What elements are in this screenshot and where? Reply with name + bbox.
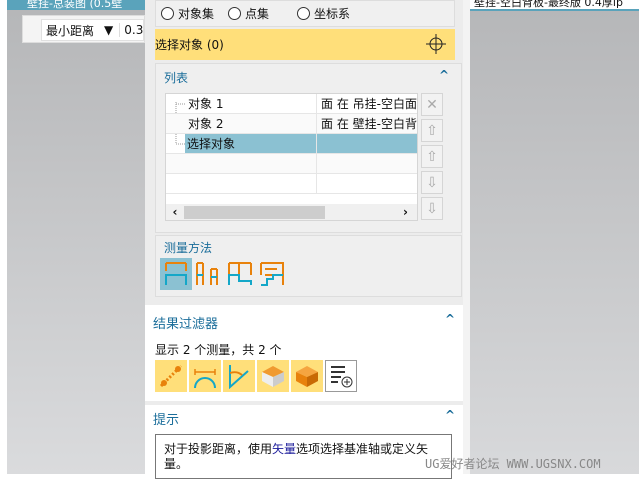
collapse-list-icon[interactable]: ^ (439, 68, 449, 82)
dialog-edge (463, 0, 470, 474)
hint-text: 对于投影距离，使用矢量选项选择基准轴或定义矢量。 (155, 434, 452, 479)
dropdown-arrow-icon[interactable]: ▼ (104, 23, 113, 37)
method-max-distance-icon[interactable] (224, 258, 256, 290)
object-list-table: 对象 1面 在 吊挂-空白面 对象 2面 在 壁挂-空白背 选择对象 ‹ › (165, 93, 418, 221)
horizontal-scrollbar[interactable]: ‹ › (166, 204, 417, 220)
left-graphics-viewport[interactable] (7, 0, 145, 474)
scroll-right-icon[interactable]: › (403, 205, 417, 219)
scroll-left-icon[interactable]: ‹ (166, 205, 184, 219)
method-min-distance-icon[interactable] (160, 258, 192, 290)
method-projected-icon[interactable] (192, 258, 224, 290)
filter-area-icon[interactable] (257, 360, 289, 392)
object-type-radio-group: 对象集 点集 坐标系 (155, 0, 455, 27)
measure-method-header: 测量方法 (164, 241, 213, 255)
result-filter-section: 结果过滤器 ^ 显示 2 个测量，共 2 个 (145, 305, 463, 401)
right-graphics-viewport[interactable] (470, 9, 639, 474)
radio-object-set[interactable]: 对象集 (161, 5, 214, 22)
result-filter-header: 结果过滤器 (153, 317, 219, 332)
table-row-empty (166, 154, 417, 174)
remove-button[interactable]: ✕ (421, 93, 443, 116)
move-up-button[interactable]: ⇧ (421, 145, 443, 168)
hint-header: 提示 (153, 413, 180, 428)
filter-summary: 显示 2 个测量，共 2 个 (155, 343, 282, 357)
crosshair-icon[interactable] (425, 33, 447, 55)
collapse-hint-icon[interactable]: ^ (445, 408, 455, 422)
select-object-row[interactable]: 选择对象 (0) (155, 29, 442, 60)
arrow-up-icon: ⇧ (426, 148, 438, 165)
measure-value: 0.30 (119, 23, 143, 37)
add-filter-icon[interactable] (325, 360, 357, 392)
measure-toolbar: 最小距离 ▼ 0.30 (22, 15, 145, 43)
table-row[interactable]: 对象 1面 在 吊挂-空白面 (166, 94, 417, 114)
x-icon: ✕ (426, 96, 438, 113)
table-row-selected[interactable]: 选择对象 (166, 134, 417, 154)
arrow-down-icon: ⇩ (426, 174, 438, 191)
filter-angle-icon[interactable] (223, 360, 255, 392)
left-edge (0, 0, 7, 474)
collapse-filter-icon[interactable]: ^ (445, 312, 455, 326)
measure-method-group: 测量方法 (155, 235, 462, 297)
filter-angle-arc-icon[interactable] (189, 360, 221, 392)
right-window-title: 壁挂-空白背板-最终版 0.4厚ip (470, 0, 639, 9)
watermark: UG爱好者论坛 WWW.UGSNX.COM (425, 457, 601, 471)
method-stepped-icon[interactable] (256, 258, 288, 290)
table-row-empty (166, 174, 417, 194)
arrow-top-icon: ⇧ (426, 122, 438, 139)
scroll-thumb[interactable] (184, 205, 325, 219)
arrow-bottom-icon: ⇩ (426, 200, 438, 217)
filter-volume-icon[interactable] (291, 360, 323, 392)
move-down-button[interactable]: ⇩ (421, 171, 443, 194)
move-top-button[interactable]: ⇧ (421, 119, 443, 142)
move-bottom-button[interactable]: ⇩ (421, 197, 443, 220)
filter-distance-icon[interactable] (155, 360, 187, 392)
radio-csys[interactable]: 坐标系 (297, 5, 350, 22)
left-window-title: 壁挂-总装图 (0.5壁 (7, 0, 145, 10)
radio-point-set[interactable]: 点集 (228, 5, 269, 22)
table-row[interactable]: 对象 2面 在 壁挂-空白背 (166, 114, 417, 134)
list-header: 列表 (164, 71, 189, 85)
measure-type-dropdown[interactable]: 最小距离 (46, 22, 94, 39)
